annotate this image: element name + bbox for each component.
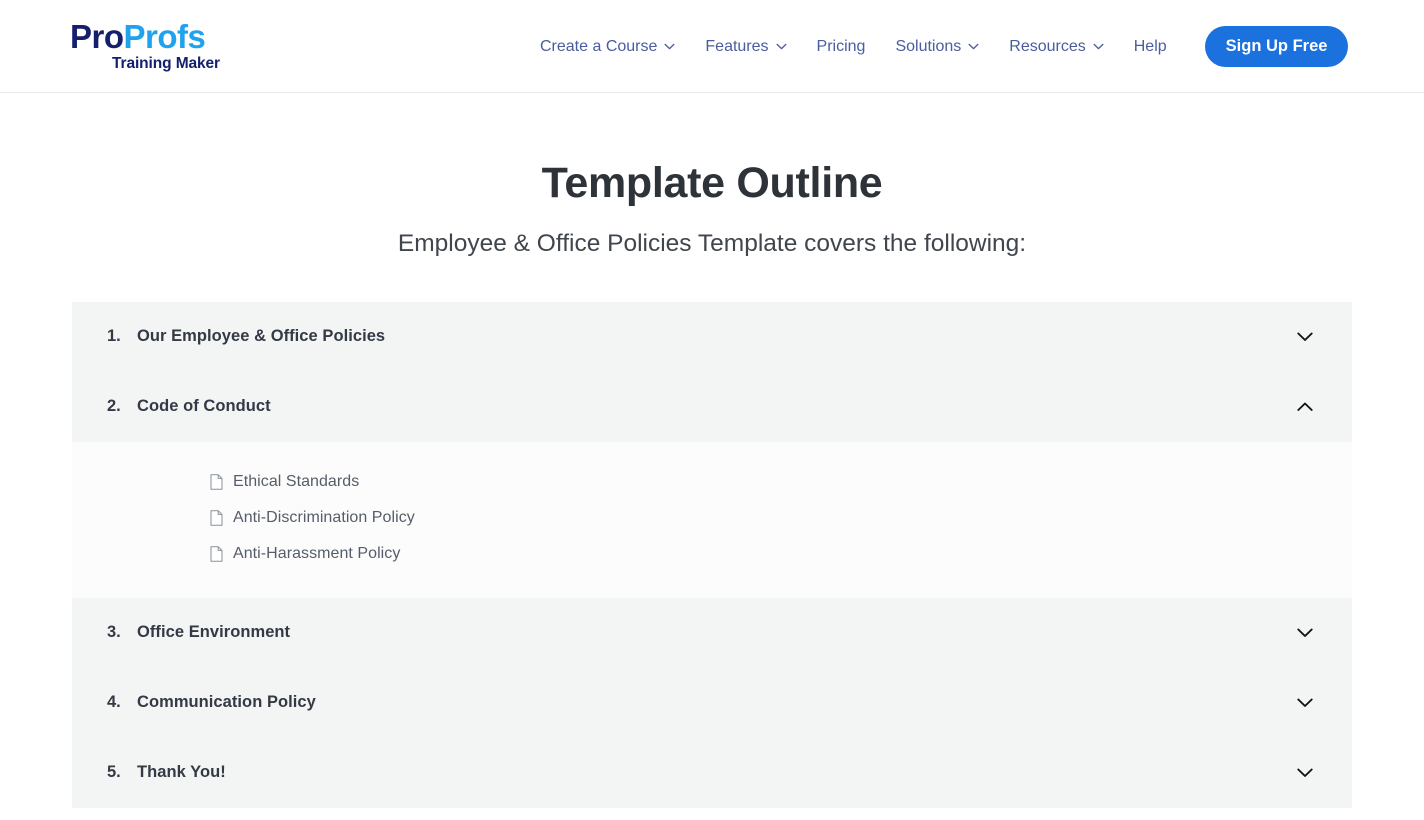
accordion-panel-2: Ethical Standards Anti-Discrimination Po…: [72, 441, 1352, 598]
nav-item-features[interactable]: Features: [705, 32, 787, 62]
brand-name-pro: Pro: [70, 18, 124, 56]
outline-sub-item[interactable]: Ethical Standards: [72, 464, 1352, 500]
brand-wordmark: ProProfs: [70, 18, 206, 56]
accordion-header-4[interactable]: 4. Communication Policy: [72, 667, 1352, 738]
nav-item-pricing[interactable]: Pricing: [817, 32, 866, 62]
outline-sub-item[interactable]: Anti-Discrimination Policy: [72, 500, 1352, 536]
nav-item-help[interactable]: Help: [1134, 32, 1167, 62]
page-subtitle: Employee & Office Policies Template cove…: [397, 230, 1027, 258]
chevron-down-icon[interactable]: [1294, 692, 1316, 714]
chevron-up-icon[interactable]: [1294, 396, 1316, 418]
main-content: Template Outline Employee & Office Polic…: [0, 159, 1424, 808]
document-icon: [210, 546, 223, 562]
document-icon: [210, 474, 223, 490]
document-icon: [210, 510, 223, 526]
chevron-down-icon: [776, 43, 787, 50]
brand-name-profs: Profs: [123, 18, 206, 56]
template-outline-accordion: 1. Our Employee & Office Policies 2. Cod…: [72, 301, 1352, 808]
nav-label: Features: [705, 37, 769, 55]
accordion-title: Office Environment: [137, 623, 291, 642]
chevron-down-icon[interactable]: [1294, 622, 1316, 644]
outline-sub-item-label: Anti-Discrimination Policy: [233, 508, 415, 526]
chevron-down-icon[interactable]: [1294, 326, 1316, 348]
accordion-number: 5.: [107, 763, 121, 782]
accordion-number: 1.: [107, 327, 121, 346]
accordion-title: Communication Policy: [137, 693, 316, 712]
brand-logo[interactable]: ProProfs Training Maker: [70, 20, 220, 71]
chevron-down-icon: [664, 43, 675, 50]
nav-item-create-a-course[interactable]: Create a Course: [540, 32, 675, 62]
page-title: Template Outline: [541, 159, 883, 207]
site-header: ProProfs Training Maker Create a Course …: [0, 0, 1424, 93]
nav-label: Help: [1133, 37, 1167, 55]
nav-label: Resources: [1009, 37, 1086, 55]
nav-label: Solutions: [895, 37, 962, 55]
nav-label: Pricing: [816, 37, 866, 55]
chevron-down-icon: [968, 43, 979, 50]
sign-up-free-button[interactable]: Sign Up Free: [1204, 26, 1349, 67]
outline-sub-item-label: Anti-Harassment Policy: [233, 544, 401, 562]
outline-sub-item[interactable]: Anti-Harassment Policy: [72, 536, 1352, 572]
accordion-header-1[interactable]: 1. Our Employee & Office Policies: [72, 301, 1352, 372]
accordion-number: 3.: [107, 623, 121, 642]
accordion-title: Code of Conduct: [137, 397, 271, 416]
main-navigation: Create a Course Features Pricing Solutio…: [540, 0, 1358, 93]
outline-sub-item-label: Ethical Standards: [233, 472, 360, 490]
chevron-down-icon: [1093, 43, 1104, 50]
chevron-down-icon[interactable]: [1294, 762, 1316, 784]
accordion-header-5[interactable]: 5. Thank You!: [72, 737, 1352, 808]
brand-tagline: Training Maker: [112, 55, 220, 73]
nav-label: Create a Course: [540, 37, 658, 55]
accordion-title: Our Employee & Office Policies: [137, 327, 386, 346]
accordion-header-2[interactable]: 2. Code of Conduct: [72, 371, 1352, 442]
accordion-title: Thank You!: [137, 763, 226, 782]
accordion-header-3[interactable]: 3. Office Environment: [72, 597, 1352, 668]
nav-item-solutions[interactable]: Solutions: [895, 32, 979, 62]
accordion-number: 4.: [107, 693, 121, 712]
nav-item-resources[interactable]: Resources: [1009, 32, 1104, 62]
accordion-number: 2.: [107, 397, 121, 416]
